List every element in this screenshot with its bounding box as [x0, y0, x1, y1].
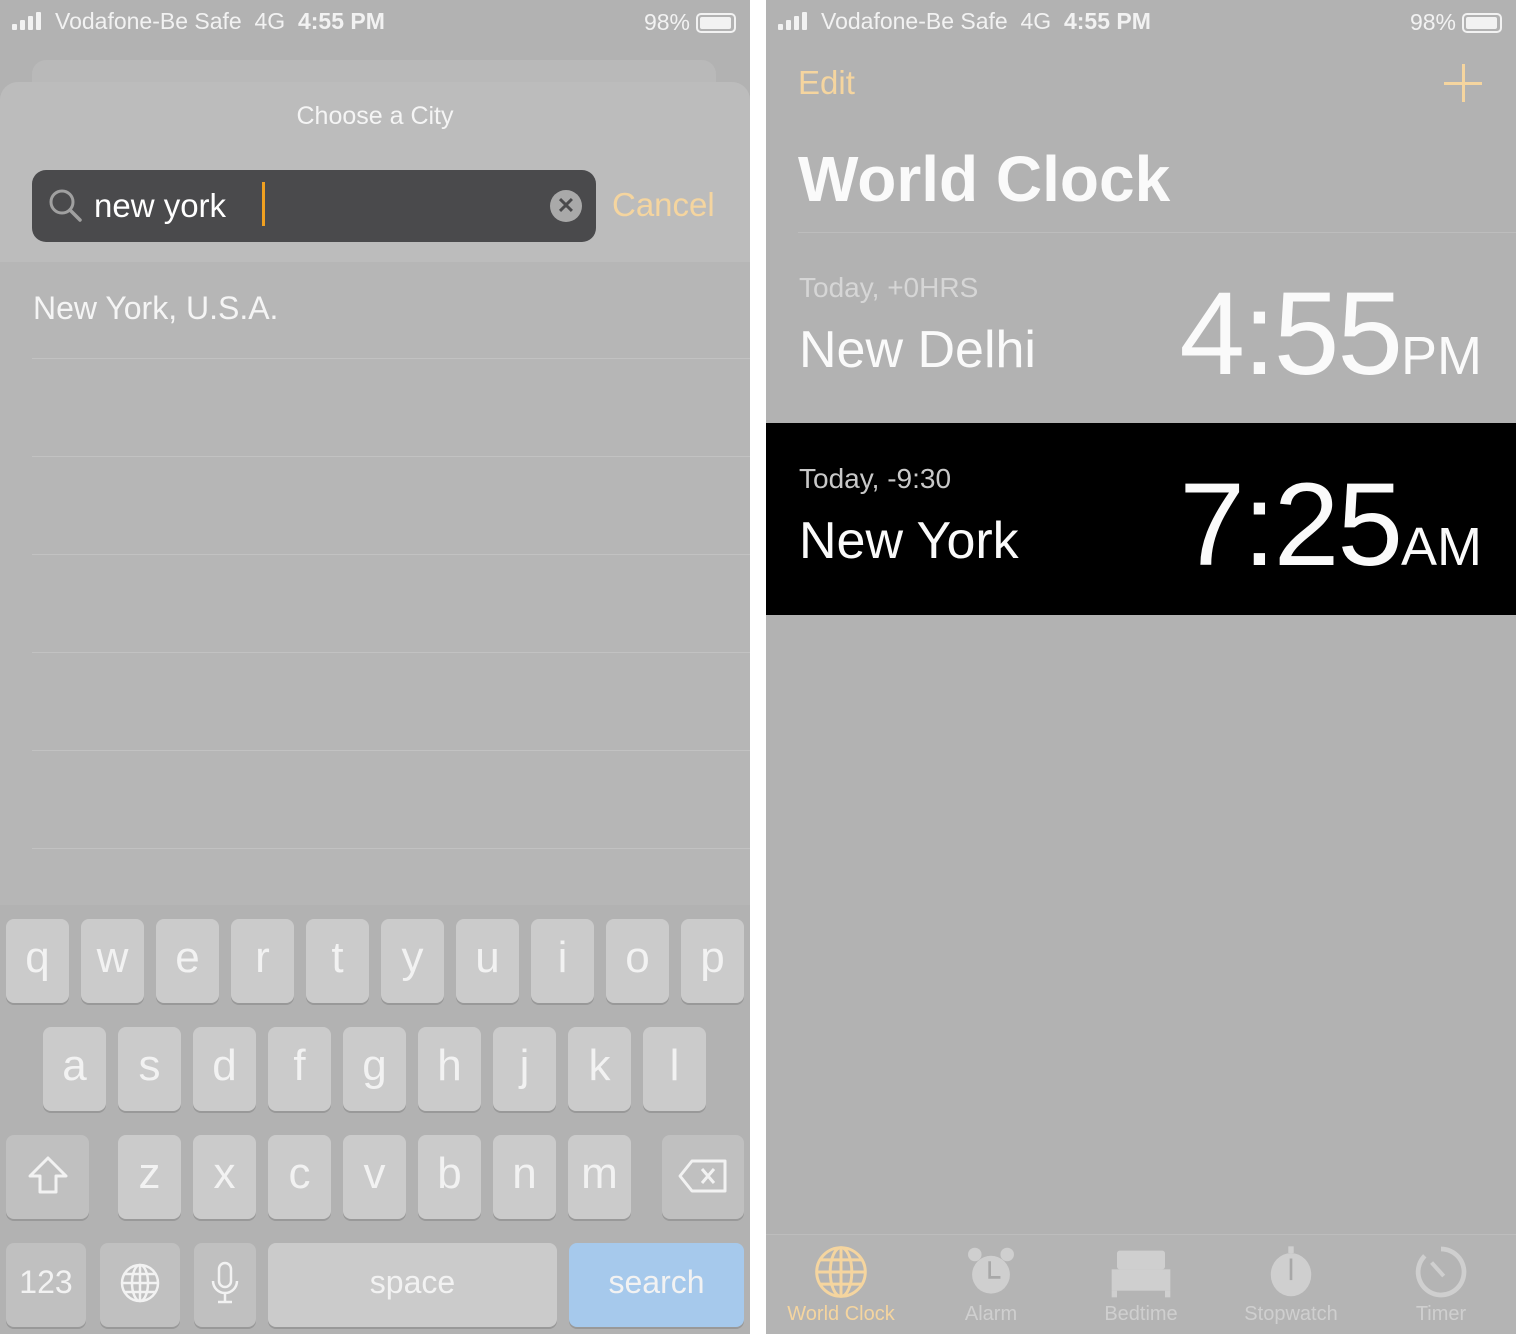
key-u[interactable]: u [456, 919, 519, 1003]
plus-icon[interactable] [1444, 64, 1482, 102]
key-t[interactable]: t [306, 919, 369, 1003]
clock-time: 4:55 [1179, 268, 1403, 400]
key-a[interactable]: a [43, 1027, 106, 1111]
search-icon [49, 189, 82, 222]
time-offset: Today, +0HRS [799, 272, 979, 303]
city-search-field[interactable]: ✕ [32, 170, 596, 242]
city-name: New Delhi [799, 321, 1036, 379]
key-m[interactable]: m [568, 1135, 631, 1219]
key-e[interactable]: e [156, 919, 219, 1003]
key-s[interactable]: s [118, 1027, 181, 1111]
tab-label: Alarm [964, 1303, 1018, 1325]
network: 4G [254, 8, 286, 34]
shift-key[interactable] [6, 1135, 89, 1219]
key-b[interactable]: b [418, 1135, 481, 1219]
sheet-title: Choose a City [296, 102, 454, 130]
globe-icon [120, 1263, 160, 1303]
status-bar: Vodafone-Be Safe 4G 4:55 PM 98% [766, 0, 1516, 44]
search-key[interactable]: search [569, 1243, 744, 1327]
search-input[interactable] [94, 182, 534, 230]
carrier: Vodafone-Be Safe [821, 8, 1008, 34]
battery-icon [696, 12, 736, 33]
battery-percent: 98% [643, 9, 690, 35]
signal-icon [12, 12, 41, 30]
tab-world-clock[interactable]: World Clock [766, 1245, 916, 1326]
delete-key[interactable] [662, 1135, 744, 1219]
space-key[interactable]: space [268, 1243, 557, 1327]
keyboard: 123 space search qwertyuiop asdfghjkl zxcv… [0, 905, 750, 1334]
clock-ampm: PM [1401, 326, 1482, 386]
tab-label: World Clock [787, 1303, 895, 1325]
microphone-icon [211, 1261, 239, 1304]
clock-time: 7:25 [1179, 459, 1403, 591]
key-l[interactable]: l [643, 1027, 706, 1111]
signal-icon [778, 12, 807, 30]
key-g[interactable]: g [343, 1027, 406, 1111]
tab-stopwatch[interactable]: Stopwatch [1216, 1245, 1366, 1326]
clear-icon[interactable]: ✕ [550, 190, 582, 222]
tab-label: Stopwatch [1244, 1303, 1338, 1325]
backspace-icon [678, 1159, 727, 1193]
status-bar: Vodafone-Be Safe 4G 4:55 PM 98% [0, 0, 750, 44]
timer-icon [1415, 1246, 1467, 1298]
key-o[interactable]: o [606, 919, 669, 1003]
key-x[interactable]: x [193, 1135, 256, 1219]
time-offset: Today, -9:30 [799, 463, 952, 494]
divider [32, 554, 750, 555]
carrier: Vodafone-Be Safe [55, 8, 242, 34]
key-h[interactable]: h [418, 1027, 481, 1111]
key-c[interactable]: c [268, 1135, 331, 1219]
cancel-button[interactable]: Cancel [612, 186, 715, 224]
tab-label: Timer [1415, 1303, 1467, 1325]
divider [32, 652, 750, 653]
key-j[interactable]: j [493, 1027, 556, 1111]
key-k[interactable]: k [568, 1027, 631, 1111]
clock-ampm: AM [1401, 517, 1482, 577]
globe-icon [815, 1246, 867, 1298]
key-w[interactable]: w [81, 919, 144, 1003]
key-q[interactable]: q [6, 919, 69, 1003]
key-y[interactable]: y [381, 919, 444, 1003]
numbers-key[interactable]: 123 [6, 1243, 86, 1327]
divider [32, 358, 750, 359]
edit-button[interactable]: Edit [798, 64, 855, 102]
city-picker-screen: Vodafone-Be Safe 4G 4:55 PM 98% Choose a… [0, 0, 750, 1334]
divider [32, 750, 750, 751]
shift-icon [28, 1156, 67, 1194]
tab-timer[interactable]: Timer [1366, 1245, 1516, 1326]
key-i[interactable]: i [531, 919, 594, 1003]
microphone-key[interactable] [194, 1243, 256, 1327]
page-title: World Clock [798, 143, 1171, 215]
tab-label: Bedtime [1104, 1303, 1178, 1325]
clock-row-new-delhi[interactable]: Today, +0HRS New Delhi 4:55PM [766, 232, 1516, 424]
key-p[interactable]: p [681, 919, 744, 1003]
tab-bar: World Clock Alarm Bedtime Stopwatch Time… [766, 1234, 1516, 1334]
tab-alarm[interactable]: Alarm [916, 1245, 1066, 1326]
search-result-item[interactable]: New York, U.S.A. [33, 290, 278, 327]
divider [32, 456, 750, 457]
network: 4G [1020, 8, 1052, 34]
key-f[interactable]: f [268, 1027, 331, 1111]
key-r[interactable]: r [231, 919, 294, 1003]
world-clock-screen: Vodafone-Be Safe 4G 4:55 PM 98% Edit Wor… [766, 0, 1516, 1334]
text-caret [262, 182, 265, 226]
status-time: 4:55 PM [297, 8, 385, 34]
battery-icon [1462, 12, 1502, 33]
globe-key[interactable] [100, 1243, 180, 1327]
status-time: 4:55 PM [1063, 8, 1151, 34]
key-z[interactable]: z [118, 1135, 181, 1219]
stopwatch-icon [1270, 1246, 1312, 1297]
key-d[interactable]: d [193, 1027, 256, 1111]
clock-row-new-york[interactable]: Today, -9:30 New York 7:25AM [766, 423, 1516, 615]
city-name: New York [799, 512, 1019, 570]
key-v[interactable]: v [343, 1135, 406, 1219]
divider [32, 848, 750, 849]
sheet-header: Choose a City ✕ Cancel [0, 82, 750, 262]
bed-icon [1111, 1250, 1171, 1298]
alarm-clock-icon [968, 1247, 1014, 1294]
tab-bedtime[interactable]: Bedtime [1066, 1245, 1216, 1326]
key-n[interactable]: n [493, 1135, 556, 1219]
battery-percent: 98% [1409, 9, 1456, 35]
